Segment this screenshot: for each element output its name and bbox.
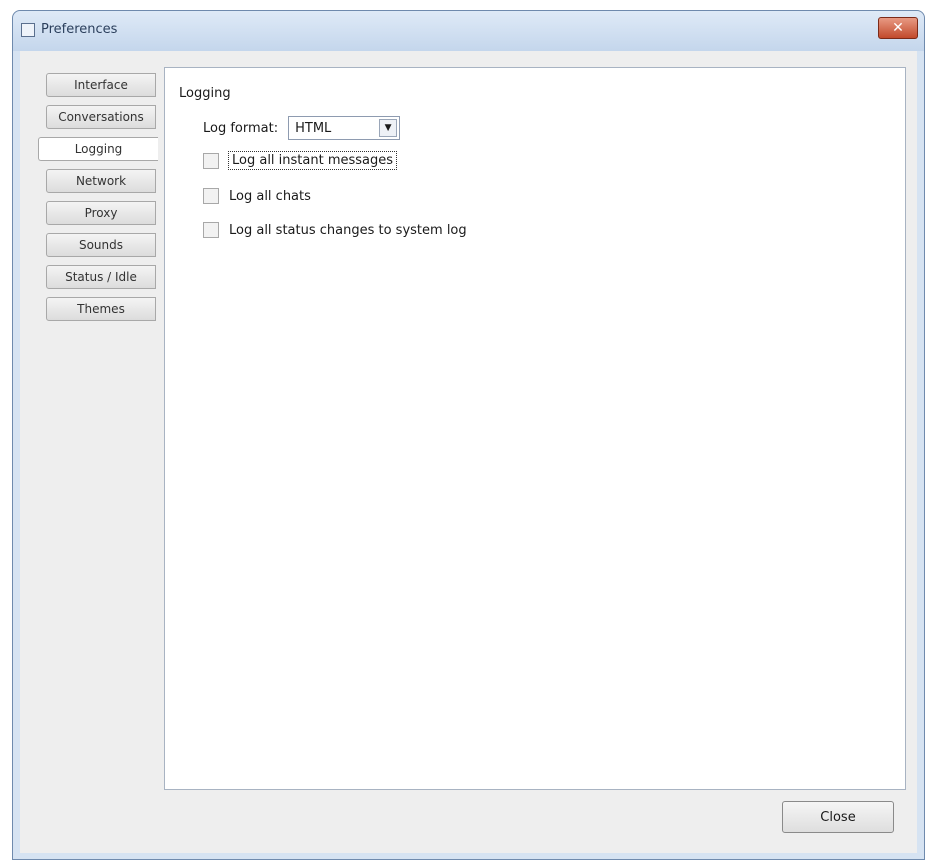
log-instant-messages-label: Log all instant messages bbox=[227, 151, 398, 170]
logging-panel: Logging Log format: HTML ▼ Log all insta… bbox=[164, 67, 906, 790]
tab-network[interactable]: Network bbox=[46, 169, 156, 193]
log-format-value: HTML bbox=[295, 120, 332, 136]
tab-sounds[interactable]: Sounds bbox=[46, 233, 156, 257]
title-bar[interactable]: Preferences ✕ bbox=[13, 11, 924, 51]
log-status-changes-label: Log all status changes to system log bbox=[229, 222, 467, 238]
log-format-row: Log format: HTML ▼ bbox=[203, 116, 401, 140]
close-button[interactable]: Close bbox=[782, 801, 894, 833]
log-instant-messages-checkbox[interactable] bbox=[203, 152, 219, 169]
log-format-select[interactable]: HTML ▼ bbox=[288, 116, 401, 140]
window-title: Preferences bbox=[41, 22, 118, 37]
app-icon bbox=[21, 23, 35, 37]
tab-strip: Interface Conversations Logging Network … bbox=[38, 73, 166, 373]
tab-status-idle[interactable]: Status / Idle bbox=[46, 265, 156, 289]
logging-group-label: Logging bbox=[179, 86, 231, 101]
preferences-window: Preferences ✕ Interface Conversations Lo… bbox=[12, 10, 925, 860]
chevron-down-icon[interactable]: ▼ bbox=[379, 119, 398, 137]
tab-logging[interactable]: Logging bbox=[38, 137, 158, 161]
log-status-changes-checkbox[interactable] bbox=[203, 222, 219, 238]
log-status-changes-row[interactable]: Log all status changes to system log bbox=[203, 222, 467, 238]
tab-proxy[interactable]: Proxy bbox=[46, 201, 156, 225]
tab-conversations[interactable]: Conversations bbox=[46, 105, 156, 129]
tab-themes[interactable]: Themes bbox=[46, 297, 156, 321]
tab-interface[interactable]: Interface bbox=[46, 73, 156, 97]
dialog-client-area: Interface Conversations Logging Network … bbox=[20, 51, 917, 853]
log-chats-label: Log all chats bbox=[229, 188, 311, 204]
window-close-button[interactable]: ✕ bbox=[878, 17, 918, 39]
log-chats-row[interactable]: Log all chats bbox=[203, 188, 311, 204]
log-chats-checkbox[interactable] bbox=[203, 188, 219, 204]
log-instant-messages-row[interactable]: Log all instant messages bbox=[203, 151, 398, 170]
log-format-label: Log format: bbox=[203, 120, 279, 136]
